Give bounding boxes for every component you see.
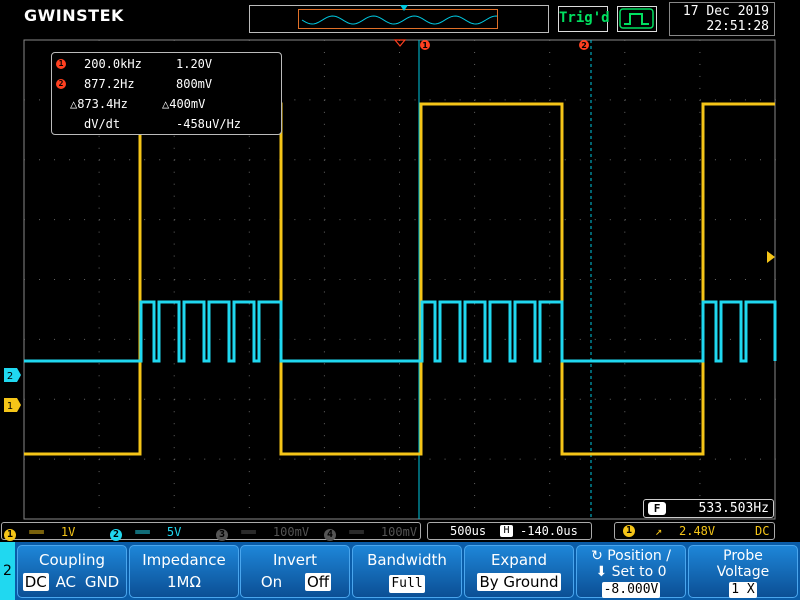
ch1-scale: 1V xyxy=(60,525,76,539)
expand-title: Expand xyxy=(490,551,548,569)
ch2-coupling-icon: ══ xyxy=(135,525,150,539)
bandwidth-value: Full xyxy=(389,575,425,593)
pulse-icon xyxy=(619,8,654,29)
readout-row-delta: △873.4Hz △400mV xyxy=(52,95,281,113)
position-title: ↻ Position / xyxy=(591,548,671,564)
coupling-option-ac[interactable]: AC xyxy=(54,573,78,591)
ch3-coupling-icon: ══ xyxy=(241,525,256,539)
impedance-title: Impedance xyxy=(142,551,226,569)
memory-view-window[interactable] xyxy=(298,9,498,29)
ch2-scale: 5V xyxy=(166,525,182,539)
trigger-status: Trig'd xyxy=(558,6,610,32)
trigger-source-badge: 1 xyxy=(623,525,635,537)
cursor1-badge: 1 xyxy=(56,59,66,69)
coupling-button[interactable]: Coupling DC AC GND xyxy=(17,545,127,598)
trigger-status-box[interactable]: 1 ↗ 2.48V DC xyxy=(614,522,775,540)
svg-text:2: 2 xyxy=(7,371,13,382)
horizontal-icon: H xyxy=(500,525,513,537)
cursor2-freq: 877.2Hz xyxy=(84,77,135,91)
frequency-icon: F xyxy=(648,502,666,515)
cursor-2-marker: 2 xyxy=(579,40,589,50)
channel-menu: 2 Coupling DC AC GND Impedance 1MΩ Inver… xyxy=(0,542,800,600)
probe-button[interactable]: Probe Voltage 1 X xyxy=(688,545,798,598)
status-row: 1 ══ 1V 2 ══ 5V 3 ══ 100mV 4 ══ 100mV 50… xyxy=(0,520,800,542)
horizontal-offset: -140.0us xyxy=(520,524,578,538)
trigger-coupling: DC xyxy=(755,524,770,538)
ch3-status[interactable]: 3 ══ 100mV xyxy=(216,524,309,541)
trigger-slope-icon: ↗ xyxy=(655,524,663,538)
trigger-position-pointer xyxy=(400,5,408,11)
invert-option-off[interactable]: Off xyxy=(304,573,332,591)
trigger-mode-icon xyxy=(617,6,657,32)
ch2-status[interactable]: 2 ══ 5V xyxy=(110,524,181,541)
impedance-value: 1MΩ xyxy=(167,573,201,591)
svg-text:2: 2 xyxy=(581,41,587,50)
readout-row-cursor2: 2 877.2Hz 800mV xyxy=(52,75,281,93)
cursor2-volt: 800mV xyxy=(176,77,213,91)
timebase: 500us xyxy=(450,524,487,538)
position-sub: ⬇ Set to 0 xyxy=(595,564,667,580)
probe-title-2: Voltage xyxy=(716,564,770,580)
coupling-title: Coupling xyxy=(38,551,106,569)
menu-channel-tab: 2 xyxy=(0,542,15,600)
cursor-1-marker: 1 xyxy=(420,40,430,50)
svg-text:1: 1 xyxy=(7,401,13,412)
frequency-counter: F 533.503Hz xyxy=(643,499,774,518)
cursor1-volt: 1.20V xyxy=(176,57,213,71)
coupling-option-gnd[interactable]: GND xyxy=(83,573,121,591)
ch4-coupling-icon: ══ xyxy=(349,525,364,539)
cursor1-freq: 200.0kHz xyxy=(84,57,142,71)
slope-label: dV/dt xyxy=(84,117,121,131)
impedance-button[interactable]: Impedance 1MΩ xyxy=(129,545,239,598)
trigger-level: 2.48V xyxy=(679,524,716,538)
gwinstek-logo: GWINSTEK xyxy=(24,6,124,25)
readout-row-cursor1: 1 200.0kHz 1.20V xyxy=(52,55,281,73)
frequency-value: 533.503Hz xyxy=(698,501,769,516)
cursor2-badge: 2 xyxy=(56,79,66,89)
horizontal-status[interactable]: 500us H -140.0us xyxy=(427,522,592,540)
invert-title: Invert xyxy=(272,551,318,569)
ch1-ground-marker[interactable]: 1 xyxy=(4,398,21,412)
probe-value: 1 X xyxy=(729,582,757,598)
delta-volt: △400mV xyxy=(162,97,206,111)
channel-status-box: 1 ══ 1V 2 ══ 5V 3 ══ 100mV 4 ══ 100mV xyxy=(1,522,421,541)
ch2-ground-marker[interactable]: 2 xyxy=(4,368,21,382)
position-button[interactable]: ↻ Position / ⬇ Set to 0 -8.000V xyxy=(576,545,686,598)
cursor-readout: 1 200.0kHz 1.20V 2 877.2Hz 800mV △873.4H… xyxy=(51,52,282,135)
probe-title: Probe xyxy=(723,548,763,564)
time: 22:51:28 xyxy=(706,19,769,34)
date: 17 Dec 2019 xyxy=(682,4,769,19)
bandwidth-title: Bandwidth xyxy=(367,551,447,569)
coupling-option-dc[interactable]: DC xyxy=(22,573,49,591)
bandwidth-button[interactable]: Bandwidth Full xyxy=(352,545,462,598)
invert-option-on[interactable]: On xyxy=(259,573,284,591)
slope-value: -458uV/Hz xyxy=(176,117,242,131)
ch1-coupling-icon: ══ xyxy=(29,525,44,539)
ch1-status[interactable]: 1 ══ 1V xyxy=(4,524,75,541)
expand-button[interactable]: Expand By Ground xyxy=(464,545,574,598)
expand-value: By Ground xyxy=(477,573,561,591)
invert-options: On Off xyxy=(241,573,349,591)
delta-freq: △873.4Hz xyxy=(70,97,128,111)
invert-button[interactable]: Invert On Off xyxy=(240,545,350,598)
coupling-options: DC AC GND xyxy=(18,573,126,591)
ch4-status[interactable]: 4 ══ 100mV xyxy=(324,524,417,541)
svg-text:1: 1 xyxy=(422,41,428,50)
position-value: -8.000V xyxy=(601,582,661,598)
ch3-scale: 100mV xyxy=(272,525,310,539)
ch4-scale: 100mV xyxy=(380,525,418,539)
datetime: 17 Dec 2019 22:51:28 xyxy=(669,2,775,36)
readout-row-slope: dV/dt -458uV/Hz xyxy=(52,115,281,133)
